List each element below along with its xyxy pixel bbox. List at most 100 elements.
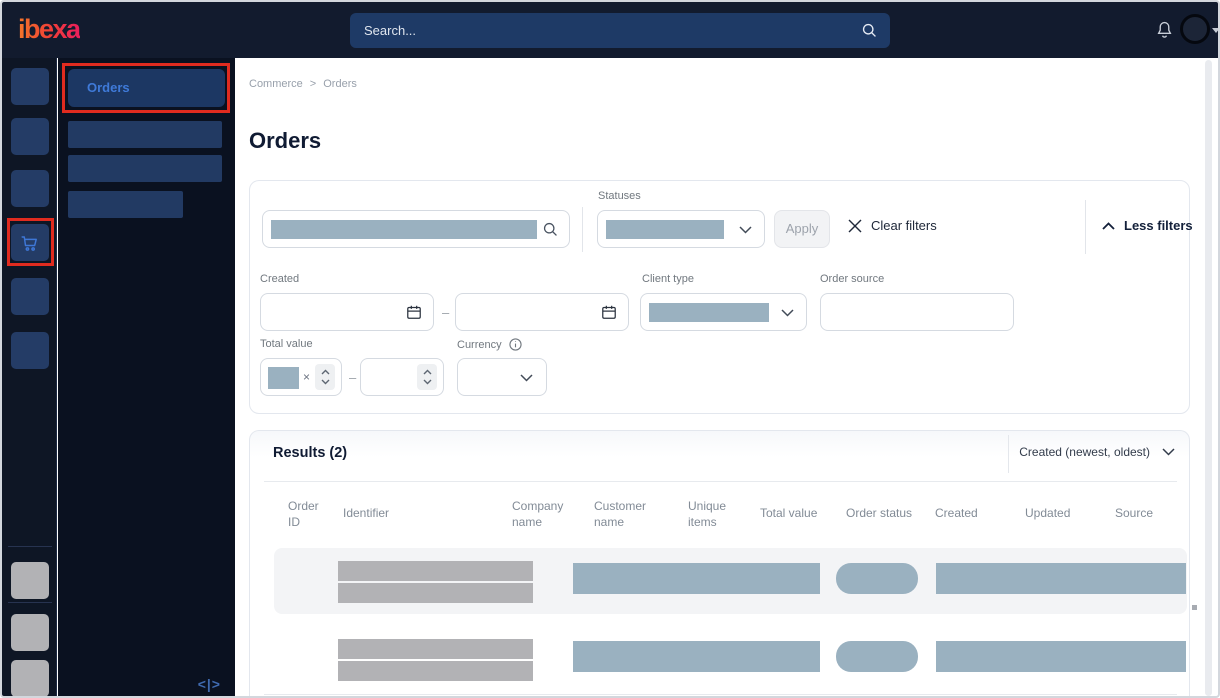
chevron-down-icon: [1162, 448, 1175, 456]
chevron-up-icon: [1102, 221, 1115, 230]
customer-placeholder-block: [573, 563, 820, 594]
scrollbar-thumb-dot[interactable]: [1192, 605, 1197, 610]
sort-divider: [1008, 435, 1009, 473]
sidebar-submenu-item-3[interactable]: [68, 155, 222, 182]
col-updated: Updated: [1025, 506, 1071, 520]
chevron-down-icon: [520, 374, 533, 382]
filter-search-input[interactable]: [262, 210, 570, 248]
col-created: Created: [935, 506, 978, 520]
sidebar-item-6[interactable]: [11, 332, 49, 369]
apply-button[interactable]: Apply: [774, 210, 830, 248]
sidebar-item-bottom-2[interactable]: [11, 614, 49, 651]
sidebar-item-1[interactable]: [11, 68, 49, 105]
number-stepper[interactable]: [417, 364, 437, 390]
chevron-down-icon: [781, 309, 794, 317]
identifier-placeholder-block: [338, 639, 533, 659]
statuses-placeholder-block: [606, 220, 724, 239]
search-icon[interactable]: [861, 22, 878, 39]
calendar-icon[interactable]: [406, 304, 422, 320]
col-source: Source: [1115, 506, 1154, 520]
clear-filters-button[interactable]: Clear filters: [848, 218, 937, 233]
breadcrumb: Commerce > Orders: [249, 78, 364, 90]
statuses-label: Statuses: [598, 190, 641, 202]
col-identifier: Identifier: [343, 506, 390, 520]
panel-collapse-icon[interactable]: <|>: [198, 676, 221, 692]
results-header-divider: [264, 481, 1177, 482]
status-placeholder-pill: [836, 641, 918, 672]
user-avatar[interactable]: [1180, 14, 1210, 44]
breadcrumb-separator: >: [309, 78, 317, 90]
sidebar-item-5[interactable]: [11, 278, 49, 315]
client-type-placeholder-block: [649, 303, 769, 322]
sort-dropdown[interactable]: Created (newest, oldest): [1019, 445, 1175, 459]
info-icon[interactable]: [509, 338, 522, 351]
search-icon[interactable]: [542, 221, 559, 238]
customer-placeholder-block: [573, 641, 820, 672]
sidebar-submenu: Orders <|>: [58, 58, 235, 696]
filter-divider: [1085, 200, 1086, 254]
col-customer-name: Customer name: [594, 499, 647, 529]
sidebar-submenu-item-4[interactable]: [68, 191, 183, 218]
identifier-placeholder-block: [338, 561, 533, 581]
total-value-max-input[interactable]: [360, 358, 444, 396]
status-placeholder-pill: [836, 563, 918, 594]
client-type-dropdown[interactable]: [640, 293, 807, 331]
app-window: ibexa Search... Orders <|> Commerce > Or…: [0, 0, 1220, 698]
sidebar-item-bottom-1[interactable]: [11, 562, 49, 599]
calendar-icon[interactable]: [601, 304, 617, 320]
chevron-down-icon: [739, 226, 752, 234]
order-source-input[interactable]: [820, 293, 1014, 331]
results-panel: Results (2) Created (newest, oldest) Ord…: [249, 430, 1190, 696]
rail-divider: [8, 602, 52, 603]
order-source-label: Order source: [820, 273, 885, 285]
results-title: Results (2): [273, 445, 348, 461]
total-value-label: Total value: [260, 338, 313, 350]
currency-label-text: Currency: [457, 339, 502, 351]
created-to-input[interactable]: [455, 293, 629, 331]
sidebar-item-bottom-3[interactable]: [11, 660, 49, 696]
col-total-value: Total value: [760, 506, 818, 520]
table-row[interactable]: [274, 548, 1187, 614]
col-order-status: Order status: [846, 506, 913, 520]
multiply-icon: ×: [303, 370, 311, 384]
breadcrumb-orders[interactable]: Orders: [323, 78, 357, 90]
dates-placeholder-block: [936, 641, 1186, 672]
rail-divider: [8, 546, 52, 547]
breadcrumb-commerce[interactable]: Commerce: [249, 78, 303, 90]
annotation-box-orders: [62, 63, 230, 113]
created-label: Created: [260, 273, 300, 285]
global-search[interactable]: [350, 13, 890, 48]
currency-dropdown[interactable]: [457, 358, 547, 396]
sidebar-item-2[interactable]: [11, 118, 49, 155]
vertical-scrollbar[interactable]: [1205, 60, 1212, 696]
client-type-label: Client type: [642, 273, 694, 285]
identifier-placeholder-block: [338, 661, 533, 681]
less-filters-label: Less filters: [1124, 218, 1193, 233]
currency-label: Currency: [457, 338, 522, 351]
annotation-box-cart: [7, 218, 54, 266]
total-value-placeholder-block: [268, 367, 299, 389]
user-menu-caret-icon[interactable]: [1212, 28, 1218, 33]
table-row[interactable]: [274, 626, 1187, 692]
range-dash: –: [349, 370, 357, 385]
identifier-placeholder-block: [338, 583, 533, 603]
filter-divider: [582, 207, 583, 252]
search-input[interactable]: [364, 13, 844, 48]
clear-x-icon: [848, 219, 862, 233]
page-title: Orders: [249, 128, 322, 153]
created-from-input[interactable]: [260, 293, 434, 331]
col-company-name: Company name: [512, 499, 564, 529]
filter-search-placeholder-block: [271, 220, 537, 239]
total-value-min-input[interactable]: ×: [260, 358, 342, 396]
number-stepper[interactable]: [315, 364, 335, 390]
sidebar-icon-rail: [2, 58, 57, 696]
sidebar-item-3[interactable]: [11, 170, 49, 207]
ibexa-logo[interactable]: ibexa: [18, 14, 81, 45]
clear-filters-label: Clear filters: [871, 218, 937, 233]
top-bar: ibexa: [2, 2, 1218, 58]
statuses-dropdown[interactable]: [597, 210, 765, 248]
notifications-bell-icon[interactable]: [1155, 20, 1174, 41]
range-dash: –: [442, 305, 450, 320]
less-filters-toggle[interactable]: Less filters: [1102, 218, 1193, 233]
sidebar-submenu-item-2[interactable]: [68, 121, 222, 148]
